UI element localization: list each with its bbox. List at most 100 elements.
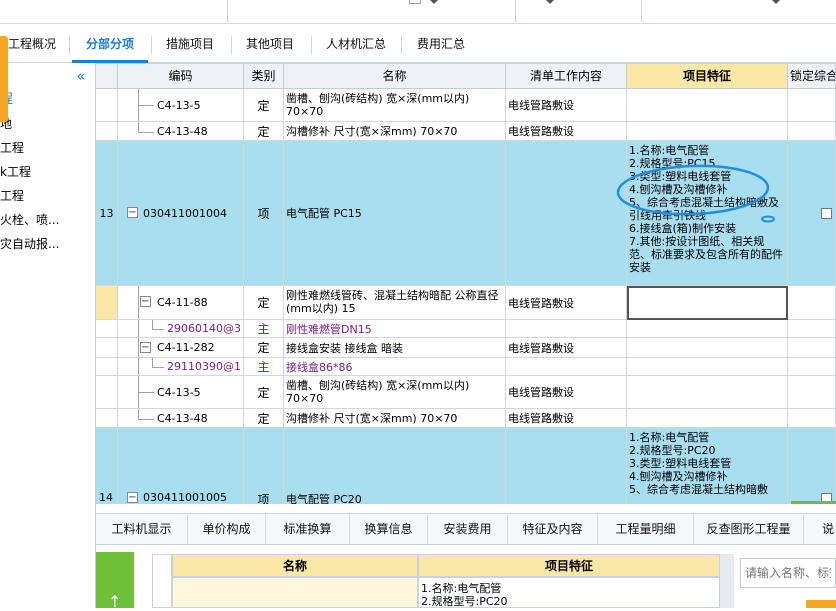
collapse-toggle-icon[interactable]: − [140,296,151,307]
header-lock[interactable]: 锁定综合 [788,64,836,89]
tree-item[interactable]: 火栓、喷... [0,210,94,230]
lock-cell[interactable] [788,358,836,376]
feature-cell[interactable]: 1.名称:电气配管 2.规格型号:PC20 3.类型:塑料电线套管 4.刨沟槽及… [627,428,788,504]
work-cell[interactable]: 电线管路敷设 [506,409,627,428]
panel-header-name[interactable]: 名称 [172,554,418,577]
filter-badge[interactable] [806,600,836,608]
type-cell[interactable]: 定 [244,409,284,428]
chevron-down-icon[interactable] [772,0,780,4]
btn-standard-conversion[interactable]: 标准换算 [266,514,350,545]
tree-item[interactable]: 灾自动报... [0,234,94,254]
panel-name-cell[interactable] [172,577,418,608]
work-cell[interactable]: 电线管路敷设 [506,89,627,122]
type-cell[interactable]: 定 [244,89,284,122]
feature-cell[interactable] [627,122,788,141]
tab-other-items[interactable]: 其他项目 [234,26,306,62]
feature-cell[interactable] [627,338,788,358]
side-expand-button[interactable]: ↑ [96,552,134,611]
btn-unit-price-composition[interactable]: 单价构成 [188,514,266,545]
work-cell[interactable] [506,358,627,376]
lock-cell[interactable] [788,320,836,338]
code-cell[interactable]: − 030411001004 [118,141,244,286]
side-handle[interactable] [0,36,8,122]
header-name[interactable]: 名称 [284,64,506,89]
panel-scrollbar[interactable] [720,554,734,608]
tab-cost-summary[interactable]: 费用汇总 [404,26,478,62]
code-cell[interactable]: C4-13-5 [118,89,244,122]
code-cell[interactable]: − C4-11-282 [118,338,244,358]
feature-cell[interactable] [627,320,788,338]
btn-installation-cost[interactable]: 安装费用 [428,514,508,545]
work-cell[interactable]: 电线管路敷设 [506,376,627,409]
collapse-toggle-icon[interactable]: − [140,342,151,353]
lock-cell[interactable] [788,122,836,141]
double-chevron-left-icon[interactable]: « [72,67,90,85]
name-cell[interactable]: 接线盒86*86 [284,358,506,376]
tree-item[interactable]: 程 [0,90,94,110]
code-cell[interactable]: 29110390@1 [118,358,244,376]
lock-cell[interactable] [788,409,836,428]
btn-reverse-graphic-quantity[interactable]: 反查图形工程量 [694,514,804,545]
type-cell[interactable]: 主 [244,358,284,376]
btn-labor-material-display[interactable]: 工料机显示 [96,514,188,545]
tree-item[interactable]: k工程 [0,162,94,182]
lock-cell[interactable] [788,428,836,504]
btn-description[interactable]: 说 [804,514,836,545]
chevron-down-icon[interactable] [430,0,438,4]
lock-cell[interactable] [788,286,836,320]
panel-header-feature[interactable]: 项目特征 [418,554,720,577]
code-cell[interactable]: C4-13-48 [118,122,244,141]
header-work-content[interactable]: 清单工作内容 [506,64,627,89]
tree-item[interactable]: 工程 [0,186,94,206]
tab-measures[interactable]: 措施项目 [154,26,226,62]
btn-quantity-detail[interactable]: 工程量明细 [598,514,694,545]
lock-cell[interactable] [788,89,836,122]
lock-checkbox[interactable] [821,208,832,219]
lock-cell[interactable] [788,338,836,358]
feature-cell[interactable] [627,358,788,376]
type-cell[interactable]: 项 [244,428,284,504]
tree-item[interactable]: 工程 [0,138,94,158]
name-cell[interactable]: 电气配管 PC15 [284,141,506,286]
checkbox-icon[interactable] [409,0,421,4]
tree-item[interactable]: 地 [0,114,94,134]
lock-cell[interactable] [788,376,836,409]
name-cell[interactable]: 电气配管 PC20 [284,428,506,504]
feature-cell[interactable] [627,376,788,409]
collapse-toggle-icon[interactable]: − [127,207,138,218]
feature-cell-focused[interactable] [627,286,788,320]
work-cell[interactable] [506,320,627,338]
collapse-toggle-icon[interactable]: − [127,492,138,503]
type-cell[interactable]: 定 [244,286,284,320]
name-cell[interactable]: 沟槽修补 尺寸(宽×深mm) 70×70 [284,122,506,141]
chevron-down-icon[interactable] [546,0,554,4]
name-cell[interactable]: 刚性难燃管DN15 [284,320,506,338]
btn-conversion-info[interactable]: 换算信息 [350,514,428,545]
feature-cell[interactable] [627,409,788,428]
code-cell[interactable]: − C4-11-88 [118,286,244,320]
header-feature[interactable]: 项目特征 [627,64,788,89]
name-cell[interactable]: 凿槽、刨沟(砖结构) 宽×深(mm以内) 70×70 [284,89,506,122]
work-cell[interactable]: 电线管路敷设 [506,286,627,320]
scroll-indicator[interactable] [791,501,836,504]
search-input[interactable] [740,558,836,588]
tab-project-overview[interactable]: 工程概况 [0,26,64,62]
code-cell[interactable]: C4-13-5 [118,376,244,409]
feature-cell[interactable] [627,89,788,122]
type-cell[interactable]: 定 [244,376,284,409]
btn-features-content[interactable]: 特征及内容 [508,514,598,545]
type-cell[interactable]: 项 [244,141,284,286]
code-cell[interactable]: 29060140@3 [118,320,244,338]
code-cell[interactable]: C4-13-48 [118,409,244,428]
name-cell[interactable]: 接线盒安装 接线盒 暗装 [284,338,506,358]
work-cell[interactable]: 电线管路敷设 [506,122,627,141]
tab-sub-items[interactable]: 分部分项 [72,26,148,63]
tab-labor-material-summary[interactable]: 人材机汇总 [314,26,398,62]
header-type[interactable]: 类别 [244,64,284,89]
panel-feature-cell[interactable]: 1.名称:电气配管 2.规格型号:PC20 [418,577,720,608]
name-cell[interactable]: 刚性难燃线管砖、混凝土结构暗配 公称直径(mm以内) 15 [284,286,506,320]
type-cell[interactable]: 定 [244,338,284,358]
work-cell[interactable]: 电线管路敷设 [506,338,627,358]
work-cell[interactable] [506,428,627,504]
header-code[interactable]: 编码 [118,64,244,89]
